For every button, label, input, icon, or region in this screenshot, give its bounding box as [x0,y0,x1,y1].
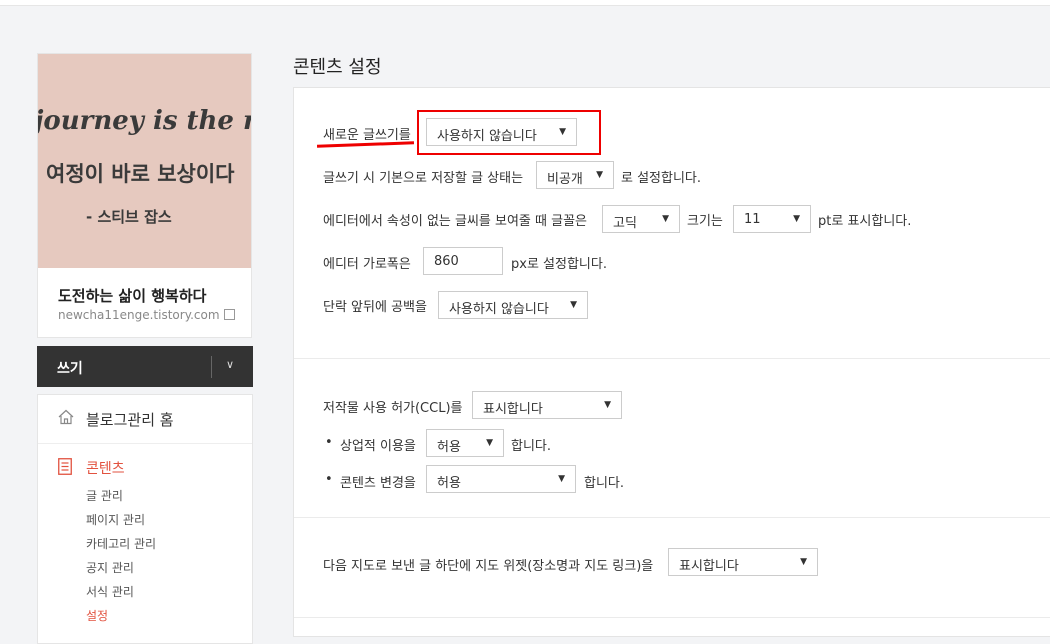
font-size-suffix: pt로 표시합니다. [818,214,912,229]
dropdown-arrow-icon: ▼ [570,300,577,310]
section-divider [294,358,1050,359]
dropdown-arrow-icon: ▼ [662,214,669,224]
cover-quote-korean: 여정이 바로 보상이다 [46,162,235,186]
default-status-select[interactable]: 비공개 ▼ [536,161,614,189]
dropdown-arrow-icon: ▼ [486,438,493,448]
sidebar-menu: 블로그관리 홈 콘텐츠 글 관리 페이지 관리 카테고리 관리 공지 관리 서식… [37,394,253,644]
sidebar-subitem-categories[interactable]: 카테고리 관리 [86,535,156,552]
font-family-select-value: 고딕 [613,216,637,231]
font-size-label: 크기는 [687,214,723,229]
content-modify-label: 콘텐츠 변경을 [340,476,416,491]
section-divider [294,517,1050,518]
document-icon [58,458,72,475]
dropdown-arrow-icon: ▼ [596,170,603,180]
default-status-suffix: 로 설정합니다. [621,171,702,186]
sidebar-subitem-templates[interactable]: 서식 관리 [86,583,134,600]
dropdown-arrow-icon: ▼ [558,474,565,484]
font-size-select-value: 11 [744,212,761,227]
write-divider [211,356,212,378]
sidebar-subitem-pages[interactable]: 페이지 관리 [86,511,145,528]
font-label: 에디터에서 속성이 없는 글씨를 보여줄 때 글꼴은 [323,214,587,229]
blog-url-link[interactable]: newcha11enge.tistory.com [58,308,235,322]
new-editor-label: 새로운 글쓰기를 [323,128,411,143]
commercial-use-select-value: 허용 [437,440,461,455]
write-button-bar: 쓰기 ∨ [37,346,253,387]
blog-name[interactable]: 도전하는 삶이 행복하다 [58,285,206,306]
commercial-use-suffix: 합니다. [511,439,552,454]
content-modify-select-value: 허용 [437,476,461,491]
blog-cover-image[interactable]: journey is the rew 여정이 바로 보상이다 - 스티브 잡스 [38,54,251,268]
editor-width-label: 에디터 가로폭은 [323,257,411,272]
editor-width-suffix: px로 설정합니다. [511,257,607,272]
red-highlight-box [417,110,601,155]
map-widget-select-value: 표시합니다 [679,559,739,574]
bullet-modify: • [325,472,333,487]
sidebar-subitem-settings[interactable]: 설정 [86,607,108,624]
paragraph-spacing-select-value: 사용하지 않습니다 [449,302,549,317]
bullet-commercial: • [325,435,333,450]
editor-width-input[interactable] [423,247,503,275]
content-modify-suffix: 합니다. [584,476,625,491]
cover-quote-english: journey is the rew [38,106,251,136]
sidebar-item-home-label: 블로그관리 홈 [86,411,174,429]
chevron-down-icon[interactable]: ∨ [226,358,234,371]
sidebar-subitem-notices[interactable]: 공지 관리 [86,559,134,576]
font-family-select[interactable]: 고딕 ▼ [602,205,680,233]
paragraph-spacing-select[interactable]: 사용하지 않습니다 ▼ [438,291,588,319]
write-button[interactable]: 쓰기 [57,358,83,378]
dropdown-arrow-icon: ▼ [800,557,807,567]
dropdown-arrow-icon: ▼ [793,214,800,224]
commercial-use-select[interactable]: 허용 ▼ [426,429,504,457]
top-border [0,0,1050,6]
sidebar-item-content-label: 콘텐츠 [86,461,125,477]
ccl-select-value: 표시합니다 [483,402,543,417]
sidebar-item-home[interactable]: 블로그관리 홈 [38,395,252,444]
content-modify-select[interactable]: 허용 ▼ [426,465,576,493]
map-widget-label: 다음 지도로 보낸 글 하단에 지도 위젯(장소명과 지도 링크)을 [323,559,654,574]
dropdown-arrow-icon: ▼ [604,400,611,410]
paragraph-spacing-label: 단락 앞뒤에 공백을 [323,300,427,315]
blog-url-text: newcha11enge.tistory.com [58,308,220,322]
font-size-select[interactable]: 11 ▼ [733,205,811,233]
ccl-label: 저작물 사용 허가(CCL)를 [323,401,463,416]
commercial-use-label: 상업적 이용을 [340,439,416,454]
external-link-icon [223,309,235,320]
page-title: 콘텐츠 설정 [293,57,382,78]
section-divider [294,617,1050,618]
cover-quote-author: - 스티브 잡스 [86,208,172,226]
blog-profile-card: journey is the rew 여정이 바로 보상이다 - 스티브 잡스 … [37,53,252,338]
default-status-label: 글쓰기 시 기본으로 저장할 글 상태는 [323,171,524,186]
home-icon [58,409,74,425]
map-widget-select[interactable]: 표시합니다 ▼ [668,548,818,576]
ccl-select[interactable]: 표시합니다 ▼ [472,391,622,419]
default-status-select-value: 비공개 [547,172,583,187]
sidebar-subitem-posts[interactable]: 글 관리 [86,487,123,504]
